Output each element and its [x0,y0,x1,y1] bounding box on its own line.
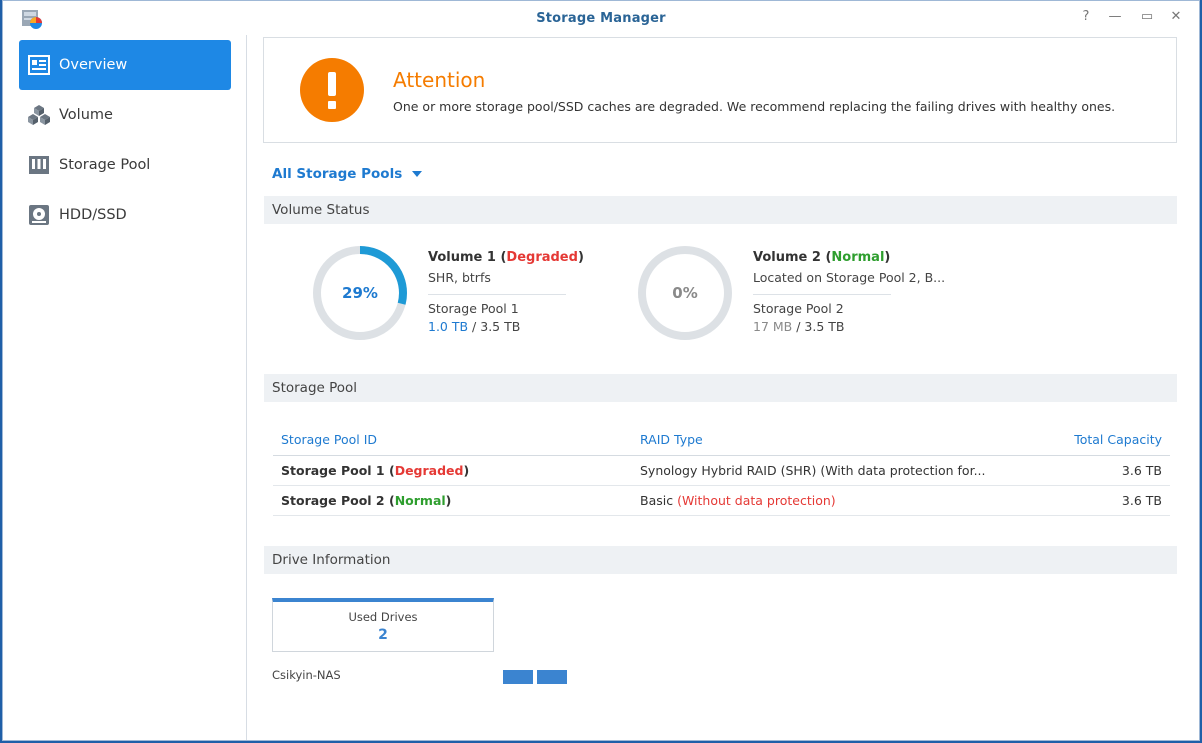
column-header[interactable]: RAID Type [640,432,703,447]
alert-message: One or more storage pool/SSD caches are … [393,99,1116,114]
sidebar-item-label: HDD/SSD [59,207,127,223]
usage-percent: 29% [342,284,378,302]
sidebar-item-label: Overview [59,57,128,73]
raid-type: Basic (Without data protection) [640,493,836,508]
title-bar[interactable]: Storage Manager ? — ▭ ✕ [3,1,1199,35]
volume-status-header: Volume Status [264,196,1177,224]
status-degraded: Degraded [506,250,578,265]
usage-percent: 0% [672,284,698,302]
used-drives-card[interactable]: Used Drives 2 [272,598,494,652]
table-row[interactable]: Storage Pool 1 (Degraded) Synology Hybri… [273,456,1170,486]
nas-name: Csikyin-NAS [272,668,341,682]
pool-id: Storage Pool 1 (Degraded) [281,463,470,478]
storage-pool-icon [27,153,51,177]
volume-capacity: 17 MB / 3.5 TB [753,319,845,334]
sidebar-item-label: Volume [59,107,113,123]
sidebar-item-storage-pool[interactable]: Storage Pool [19,140,231,190]
volume-pool: Storage Pool 1 [428,301,519,316]
storage-pool-header: Storage Pool [264,374,1177,402]
sidebar-item-label: Storage Pool [59,157,151,173]
table-header: Storage Pool ID RAID Type Total Capacity [273,429,1170,456]
exclamation-icon [300,58,364,122]
drive-slot[interactable] [537,670,567,684]
overview-icon [27,53,51,77]
volume-type: SHR, btrfs [428,270,491,285]
raid-warning: (Without data protection) [677,493,836,508]
raid-type: Synology Hybrid RAID (SHR) (With data pr… [640,463,986,478]
minimize-icon[interactable]: — [1105,9,1125,27]
total-capacity: 3.6 TB [1121,493,1162,508]
drive-slot[interactable] [503,670,533,684]
volume-name: Volume 2 (Normal) [753,250,891,265]
maximize-icon[interactable]: ▭ [1137,9,1157,27]
used-drives-label: Used Drives [348,610,418,624]
pool-id: Storage Pool 2 (Normal) [281,493,452,508]
drive-information-header: Drive Information [264,546,1177,574]
caret-down-icon [412,171,423,177]
storage-pool-filter-dropdown[interactable]: All Storage Pools [272,166,423,182]
divider [428,294,566,295]
cubes-icon [27,103,51,127]
overview-panel: Attention One or more storage pool/SSD c… [263,35,1178,740]
total-capacity: 3.6 TB [1121,463,1162,478]
help-icon[interactable]: ? [1076,9,1096,27]
sidebar-item-volume[interactable]: Volume [19,90,231,140]
storage-manager-window: Storage Manager ? — ▭ ✕ Overview Volume … [2,0,1200,741]
divider [753,294,891,295]
sidebar-item-hdd-ssd[interactable]: HDD/SSD [19,190,231,240]
table-row[interactable]: Storage Pool 2 (Normal) Basic (Without d… [273,486,1170,516]
column-header[interactable]: Total Capacity [1074,432,1162,447]
status-degraded: Degraded [394,463,464,478]
close-icon[interactable]: ✕ [1166,9,1186,27]
storage-pool-table: Storage Pool ID RAID Type Total Capacity… [273,429,1170,516]
volume-name: Volume 1 (Degraded) [428,250,584,265]
status-normal: Normal [394,493,446,508]
window-title: Storage Manager [536,11,666,26]
sidebar-item-overview[interactable]: Overview [19,40,231,90]
alert-title: Attention [393,68,486,92]
volume-pool: Storage Pool 2 [753,301,844,316]
status-normal: Normal [831,250,885,265]
volume-card[interactable]: 29% Volume 1 (Degraded) SHR, btrfs Stora… [312,245,632,345]
attention-banner: Attention One or more storage pool/SSD c… [263,37,1177,143]
volume-capacity: 1.0 TB / 3.5 TB [428,319,521,334]
sidebar: Overview Volume Storage Pool HDD/SSD [3,35,247,740]
column-header[interactable]: Storage Pool ID [281,432,377,447]
volume-location: Located on Storage Pool 2, B... [753,270,946,285]
volume-card[interactable]: 0% Volume 2 (Normal) Located on Storage … [637,245,957,345]
hdd-icon [27,203,51,227]
pool-filter-label: All Storage Pools [272,166,403,182]
used-drives-count: 2 [378,627,388,643]
